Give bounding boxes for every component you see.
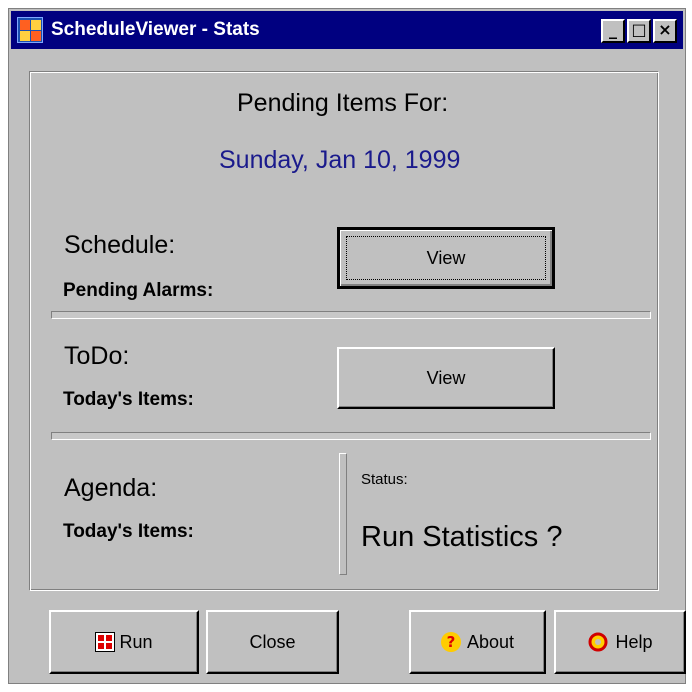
close-label: Close bbox=[249, 631, 296, 652]
agenda-items-label: Today's Items: bbox=[63, 521, 194, 542]
agenda-title: Agenda: bbox=[64, 474, 158, 502]
pending-heading: Pending Items For: bbox=[237, 89, 449, 117]
title-bar[interactable]: ScheduleViewer - Stats _ □ × bbox=[11, 11, 683, 49]
maximize-button[interactable]: □ bbox=[627, 19, 651, 43]
question-icon: ? bbox=[440, 632, 461, 652]
stats-window: ScheduleViewer - Stats _ □ × Pending Ite… bbox=[8, 8, 686, 684]
run-button[interactable]: Run bbox=[49, 610, 199, 674]
focus-rect bbox=[346, 236, 546, 280]
todo-view-button[interactable]: View bbox=[337, 347, 555, 409]
help-lifebuoy-icon bbox=[587, 632, 609, 652]
pending-alarms-label: Pending Alarms: bbox=[63, 280, 214, 301]
about-button[interactable]: ? About bbox=[409, 610, 546, 674]
calendar-grid-icon[interactable] bbox=[17, 17, 43, 43]
separator-1 bbox=[51, 311, 651, 319]
todo-view-label: View bbox=[426, 367, 466, 388]
schedule-view-button[interactable]: View bbox=[337, 227, 555, 289]
todo-title: ToDo: bbox=[64, 342, 130, 370]
help-button[interactable]: Help bbox=[554, 610, 686, 674]
close-button[interactable]: Close bbox=[206, 610, 339, 674]
status-text: Run Statistics ? bbox=[361, 521, 563, 553]
window-title: ScheduleViewer - Stats bbox=[51, 19, 260, 40]
close-window-button[interactable]: × bbox=[653, 19, 677, 43]
status-label: Status: bbox=[361, 471, 408, 488]
separator-2 bbox=[51, 432, 651, 440]
minimize-button[interactable]: _ bbox=[601, 19, 625, 43]
schedule-title: Schedule: bbox=[64, 231, 176, 259]
about-label: About bbox=[466, 631, 515, 652]
run-label: Run bbox=[119, 631, 153, 652]
run-calendar-icon bbox=[95, 632, 116, 652]
help-label: Help bbox=[615, 631, 653, 652]
status-divider bbox=[339, 453, 347, 575]
todo-items-label: Today's Items: bbox=[63, 389, 194, 410]
pending-date: Sunday, Jan 10, 1999 bbox=[219, 146, 461, 174]
